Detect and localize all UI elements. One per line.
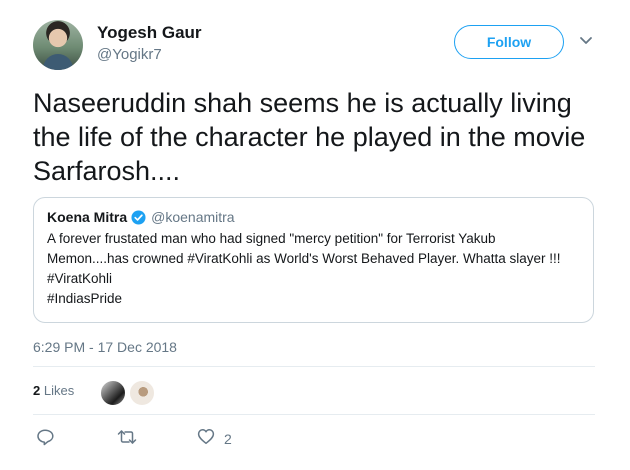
- liker-avatar[interactable]: [100, 380, 126, 406]
- tweet-text: Naseeruddin shah seems he is actually li…: [33, 88, 586, 186]
- quoted-text-line: Memon....has crowned #ViratKohli as Worl…: [47, 251, 561, 266]
- reply-icon[interactable]: [36, 428, 54, 446]
- timestamp[interactable]: 6:29 PM - 17 Dec 2018: [33, 339, 177, 355]
- heart-icon[interactable]: [197, 428, 215, 445]
- likes-summary[interactable]: 2 Likes: [33, 383, 74, 398]
- quoted-text: A forever frustated man who had signed "…: [47, 229, 580, 309]
- likes-label: Likes: [43, 383, 75, 398]
- quoted-header: Koena Mitra @koenamitra: [47, 209, 580, 225]
- chevron-down-icon[interactable]: [579, 36, 593, 46]
- author-handle[interactable]: @Yogikr7: [97, 46, 162, 63]
- quoted-author-name: Koena Mitra: [47, 209, 128, 225]
- divider: [33, 366, 595, 367]
- liker-avatar[interactable]: [129, 380, 155, 406]
- avatar[interactable]: [33, 20, 83, 70]
- like-action-count: 2: [224, 431, 232, 447]
- divider: [33, 414, 595, 415]
- retweet-icon[interactable]: [117, 428, 137, 446]
- verified-icon: [131, 209, 146, 225]
- quoted-hashtag[interactable]: #IndiasPride: [47, 289, 580, 309]
- quoted-tweet[interactable]: Koena Mitra @koenamitra A forever frusta…: [33, 197, 594, 323]
- quoted-text-line: A forever frustated man who had signed "…: [47, 231, 496, 246]
- quoted-hashtag[interactable]: #ViratKohli: [47, 269, 580, 289]
- author-name[interactable]: Yogesh Gaur: [97, 23, 202, 43]
- likes-count: 2: [33, 383, 41, 398]
- follow-button[interactable]: Follow: [454, 25, 564, 59]
- quoted-author-handle: @koenamitra: [151, 209, 235, 225]
